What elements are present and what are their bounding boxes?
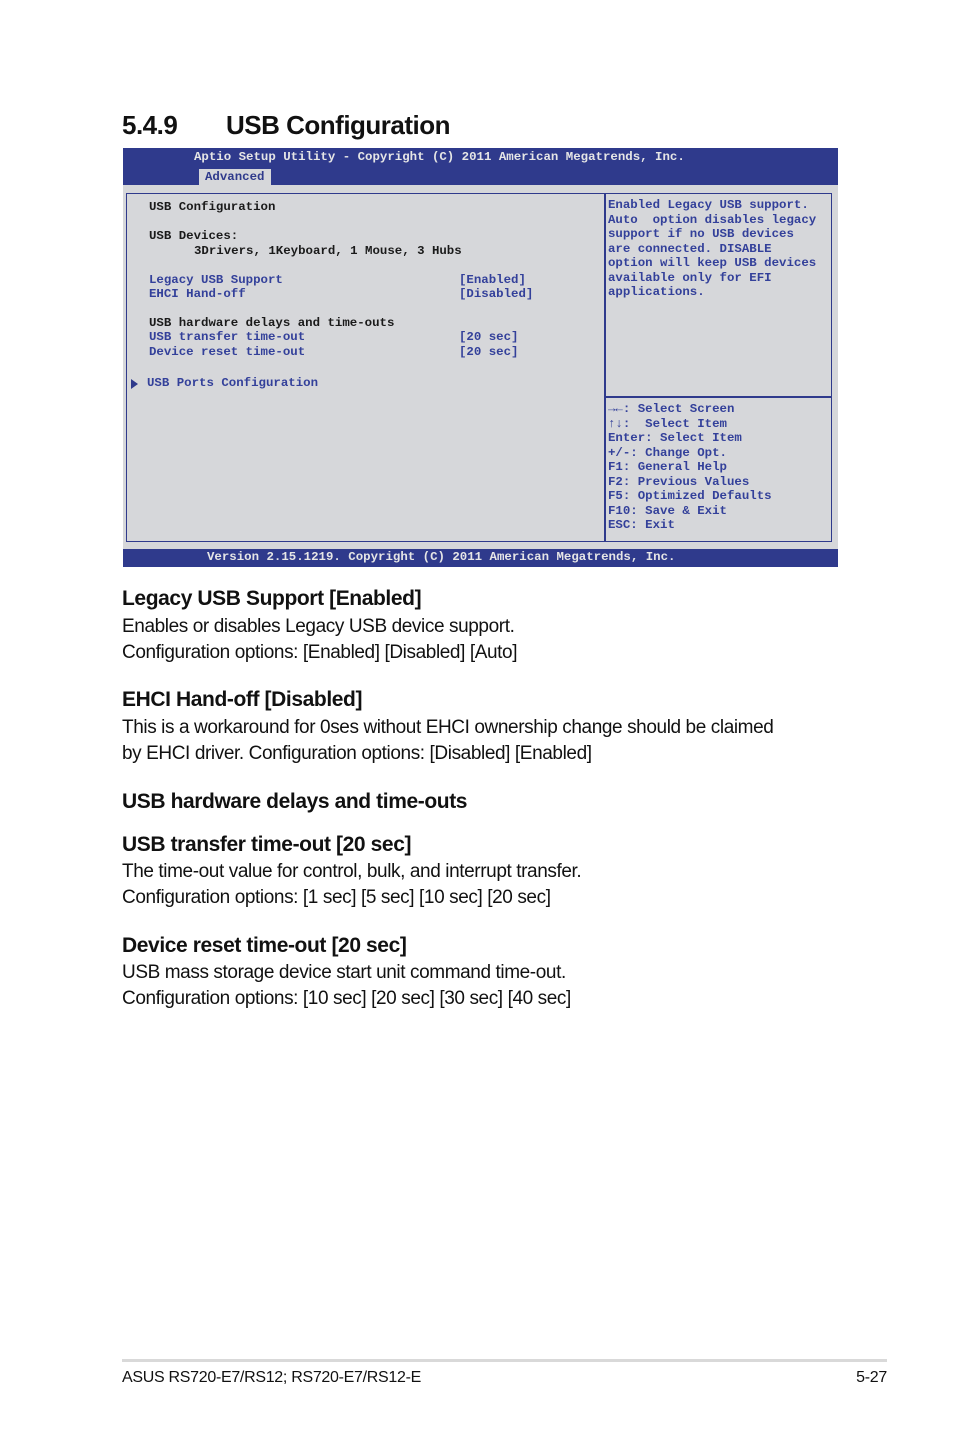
usb-transfer-options: Configuration options: [1 sec] [5 sec] [… bbox=[122, 887, 551, 908]
legacy-usb-support-label[interactable]: Legacy USB Support bbox=[149, 273, 283, 288]
bios-header-title: Aptio Setup Utility - Copyright (C) 2011… bbox=[194, 150, 685, 164]
footer-page-number: 5-27 bbox=[856, 1369, 887, 1386]
help-line: support if no USB devices bbox=[608, 227, 794, 241]
footer-rule bbox=[122, 1359, 887, 1362]
bios-content-frame: USB Configuration USB Devices: 3Drivers,… bbox=[126, 193, 832, 542]
ehci-handoff-value[interactable]: [Disabled] bbox=[459, 287, 533, 302]
key-help-f10: F10: Save & Exit bbox=[608, 503, 727, 518]
usb-transfer-timeout-label[interactable]: USB transfer time-out bbox=[149, 330, 305, 345]
bios-panel-divider bbox=[604, 194, 606, 541]
usb-transfer-heading: USB transfer time-out [20 sec] bbox=[122, 833, 412, 856]
bios-help-divider bbox=[604, 396, 831, 398]
key-help-select-screen: →←: Select Screen bbox=[608, 402, 735, 416]
delays-heading: USB hardware delays and time-outs bbox=[149, 316, 395, 330]
help-line: Enabled Legacy USB support. bbox=[608, 198, 809, 212]
delays-doc-heading: USB hardware delays and time-outs bbox=[122, 790, 468, 813]
bios-screenshot: Aptio Setup Utility - Copyright (C) 2011… bbox=[123, 148, 838, 567]
submenu-arrow-icon bbox=[131, 379, 138, 389]
key-help-select-item: ↑↓: Select Item bbox=[608, 416, 727, 431]
bios-footer-bar: Version 2.15.1219. Copyright (C) 2011 Am… bbox=[123, 549, 838, 567]
help-line: option will keep USB devices bbox=[608, 256, 817, 270]
key-help-enter: Enter: Select Item bbox=[608, 431, 742, 445]
ehci-options: by EHCI driver. Configuration options: [… bbox=[122, 743, 592, 764]
help-line: available only for EFI bbox=[608, 270, 772, 285]
ehci-handoff-label[interactable]: EHCI Hand-off bbox=[149, 287, 246, 302]
footer-product: ASUS RS720-E7/RS12; RS720-E7/RS12-E bbox=[122, 1369, 421, 1386]
key-help: →←: Select Screen ↑↓: Select Item Enter:… bbox=[608, 402, 772, 533]
help-line: Auto option disables legacy bbox=[608, 212, 817, 227]
key-help-f1: F1: General Help bbox=[608, 460, 727, 474]
device-reset-desc: USB mass storage device start unit comma… bbox=[122, 962, 566, 983]
device-reset-timeout-label[interactable]: Device reset time-out bbox=[149, 345, 305, 360]
key-help-f5: F5: Optimized Defaults bbox=[608, 489, 772, 503]
key-help-esc: ESC: Exit bbox=[608, 518, 675, 532]
usb-transfer-desc: The time-out value for control, bulk, an… bbox=[122, 861, 582, 882]
section-heading: USB Configuration bbox=[226, 110, 451, 140]
usb-devices-label: USB Devices: bbox=[149, 229, 239, 243]
bios-version-text: Version 2.15.1219. Copyright (C) 2011 Am… bbox=[207, 550, 676, 564]
section-number: 5.4.9 bbox=[122, 110, 178, 140]
device-reset-timeout-value[interactable]: [20 sec] bbox=[459, 345, 519, 360]
help-line: applications. bbox=[608, 285, 705, 299]
bios-main-heading: USB Configuration bbox=[149, 200, 276, 214]
ehci-desc: This is a workaround for 0ses without EH… bbox=[122, 717, 774, 738]
legacy-usb-heading: Legacy USB Support [Enabled] bbox=[122, 587, 422, 610]
key-help-change-opt: +/-: Change Opt. bbox=[608, 445, 727, 460]
ehci-heading: EHCI Hand-off [Disabled] bbox=[122, 688, 363, 711]
legacy-usb-options: Configuration options: [Enabled] [Disabl… bbox=[122, 642, 518, 663]
help-line: are connected. DISABLE bbox=[608, 241, 772, 256]
bios-header-bar: Aptio Setup Utility - Copyright (C) 2011… bbox=[123, 148, 838, 185]
tab-advanced[interactable]: Advanced bbox=[199, 169, 271, 185]
device-reset-options: Configuration options: [10 sec] [20 sec]… bbox=[122, 988, 571, 1009]
usb-transfer-timeout-value[interactable]: [20 sec] bbox=[459, 330, 519, 345]
device-reset-heading: Device reset time-out [20 sec] bbox=[122, 934, 407, 957]
legacy-usb-desc: Enables or disables Legacy USB device su… bbox=[122, 616, 515, 637]
help-text: Enabled Legacy USB support. Auto option … bbox=[608, 198, 816, 300]
key-help-f2: F2: Previous Values bbox=[608, 474, 750, 489]
legacy-usb-support-value[interactable]: [Enabled] bbox=[459, 273, 526, 288]
section-title: 5.4.9 USB Configuration bbox=[122, 110, 451, 141]
usb-ports-configuration-link[interactable]: USB Ports Configuration bbox=[147, 376, 318, 391]
usb-devices-value: 3Drivers, 1Keyboard, 1 Mouse, 3 Hubs bbox=[194, 244, 462, 258]
